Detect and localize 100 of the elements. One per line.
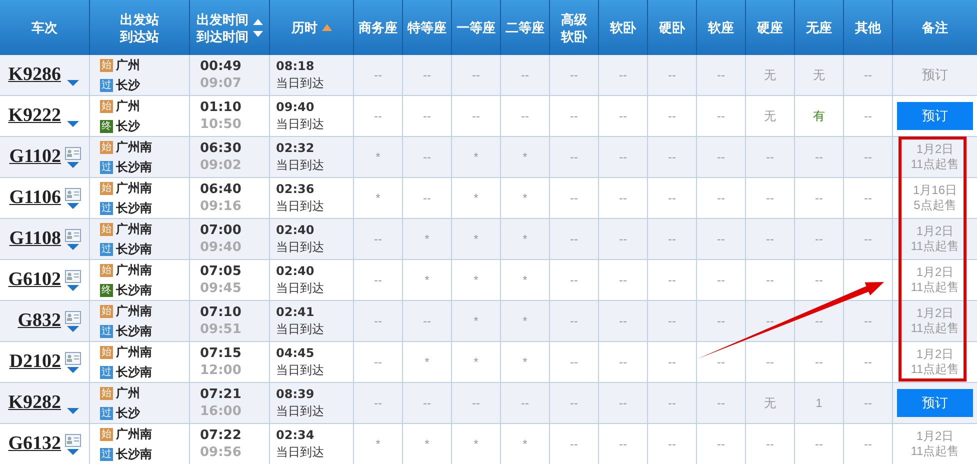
dropdown-caret-icon[interactable] — [67, 202, 79, 208]
departure-time: 06:40 — [200, 181, 242, 198]
column-header: 备注 — [922, 19, 948, 36]
book-button[interactable]: 预订 — [897, 102, 973, 130]
station-tag: 终 — [100, 120, 113, 132]
column-header: 无座 — [806, 19, 832, 36]
train-number-link[interactable]: G6102 — [8, 266, 61, 294]
id-card-icon[interactable] — [65, 310, 81, 324]
seat-availability: * — [376, 436, 380, 453]
seat-availability: -- — [423, 313, 431, 330]
duration: 02:34 — [276, 427, 316, 444]
id-card-icon[interactable] — [65, 270, 81, 282]
id-card-icon[interactable] — [65, 228, 81, 242]
seat-availability: * — [522, 231, 528, 248]
id-card-icon[interactable] — [65, 352, 81, 364]
seat-availability: -- — [668, 67, 676, 84]
train-number-link[interactable]: G6132 — [8, 430, 61, 458]
arrival-time: 09:07 — [200, 75, 242, 92]
dropdown-caret-icon[interactable] — [67, 408, 79, 414]
dropdown-caret-icon[interactable] — [67, 284, 79, 290]
train-number-link[interactable]: D2102 — [9, 348, 61, 376]
station-tag: 始 — [100, 264, 113, 276]
seat-availability: -- — [766, 313, 774, 330]
station-tag: 过 — [100, 448, 113, 460]
seat-availability: -- — [668, 231, 676, 248]
column-header: 软卧 — [610, 19, 636, 36]
station-name: 长沙 — [116, 405, 140, 422]
sale-time-note: 1月2日 11点起售 — [910, 429, 960, 459]
departure-time: 07:22 — [200, 427, 242, 444]
seat-availability: -- — [374, 313, 382, 330]
station-name: 长沙南 — [116, 241, 152, 258]
seat-availability: -- — [570, 436, 578, 453]
seat-availability: * — [522, 272, 528, 289]
dropdown-caret-icon[interactable] — [67, 366, 79, 372]
seat-availability: -- — [864, 354, 872, 371]
dropdown-caret-icon[interactable] — [67, 448, 79, 454]
seat-availability: -- — [668, 149, 676, 166]
sale-time-note: 1月2日 11点起售 — [910, 265, 960, 295]
seat-availability: * — [522, 313, 528, 330]
seat-availability: -- — [717, 313, 725, 330]
seat-availability: * — [376, 190, 380, 207]
arrival-day: 当日到达 — [276, 444, 353, 461]
seat-availability: * — [474, 354, 478, 371]
arrival-time: 09:56 — [200, 444, 242, 461]
station-name: 广州 — [116, 98, 140, 115]
seat-availability: -- — [423, 190, 431, 207]
seat-availability: -- — [815, 149, 823, 166]
duration: 02:41 — [276, 304, 316, 321]
column-header: 出发时间 到达时间 — [196, 10, 248, 44]
column-header: 一等座 — [456, 19, 496, 36]
station-name: 广州 — [116, 385, 140, 402]
station-name: 广州南 — [116, 344, 152, 361]
station-tag: 始 — [100, 304, 113, 318]
station-name: 长沙南 — [116, 200, 152, 217]
duration: 09:40 — [276, 99, 316, 116]
seat-availability: -- — [815, 231, 823, 248]
dropdown-caret-icon[interactable] — [67, 80, 79, 86]
station-tag: 始 — [100, 58, 113, 72]
seat-availability: -- — [717, 354, 725, 371]
departure-time: 06:30 — [200, 140, 242, 157]
id-card-icon[interactable] — [65, 188, 81, 200]
seat-availability: -- — [374, 108, 382, 125]
station-name: 长沙南 — [116, 364, 152, 381]
arrival-day: 当日到达 — [276, 157, 353, 174]
seat-availability: -- — [570, 108, 578, 125]
seat-availability: -- — [619, 231, 627, 248]
dropdown-caret-icon[interactable] — [67, 162, 79, 168]
dropdown-caret-icon[interactable] — [67, 121, 79, 127]
seat-availability: -- — [374, 272, 382, 289]
dropdown-caret-icon[interactable] — [67, 326, 79, 332]
departure-time: 01:10 — [200, 99, 242, 116]
station-name: 广州南 — [116, 303, 152, 320]
sale-time-note: 1月2日 11点起售 — [910, 142, 960, 172]
dropdown-caret-icon[interactable] — [67, 244, 79, 250]
arrival-day: 当日到达 — [276, 362, 353, 379]
departure-time: 00:49 — [200, 58, 242, 75]
seat-availability: -- — [668, 272, 676, 289]
train-number-link[interactable]: K9222 — [8, 102, 61, 130]
seat-availability: -- — [570, 354, 578, 371]
seat-availability: -- — [668, 354, 676, 371]
column-header: 其他 — [855, 19, 881, 36]
column-header: 车次 — [32, 19, 58, 36]
train-number-link[interactable]: G1106 — [9, 184, 61, 212]
seat-availability: -- — [815, 190, 823, 207]
id-card-icon[interactable] — [65, 434, 81, 446]
column-header: 高级 软卧 — [561, 10, 587, 44]
seat-availability: -- — [815, 313, 823, 330]
station-name: 广州南 — [116, 180, 152, 197]
column-header: 硬卧 — [659, 19, 685, 36]
sort-arrows-icon[interactable] — [252, 16, 262, 38]
seat-availability: -- — [619, 436, 627, 453]
seat-availability: -- — [521, 395, 529, 412]
id-card-icon[interactable] — [65, 146, 81, 160]
seat-availability: -- — [717, 395, 725, 412]
seat-availability: -- — [717, 108, 725, 125]
book-button[interactable]: 预订 — [897, 389, 973, 417]
seat-availability: -- — [668, 108, 676, 125]
departure-time: 07:15 — [200, 345, 242, 362]
seat-availability: -- — [864, 231, 872, 248]
seat-availability: * — [522, 436, 528, 453]
